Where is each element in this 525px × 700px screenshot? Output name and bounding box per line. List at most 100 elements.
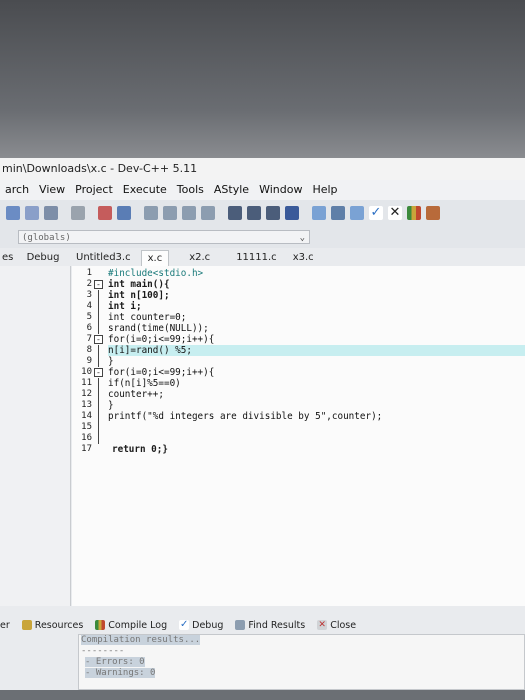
close-panel-button[interactable]: ✕ Close [317,620,356,631]
indent-icon[interactable] [182,206,196,220]
line-number: 7 [86,334,92,344]
code-line: for(i=0;i<=99;i++){ [108,334,215,345]
line-number: 17 [81,444,92,454]
code-line: srand(time(NULL)); [108,323,209,334]
code-line: int main(){ [108,279,170,290]
line-number: 11 [81,378,92,388]
line-number: 5 [86,312,92,322]
code-line: #include<stdio.h> [108,268,204,279]
code-line: counter++; [108,389,164,400]
line-number: 13 [81,400,92,410]
tab-debug-output[interactable]: ✓ Debug [179,620,223,631]
find-icon[interactable] [144,206,158,220]
code-editor[interactable]: 1 2 3 4 5 6 7 8 9 10 11 12 13 14 15 16 1… [72,266,525,606]
chart-icon [95,620,106,630]
menu-execute[interactable]: Execute [123,180,167,200]
code-line-highlighted: n[i]=rand() %5; [108,345,525,356]
menu-project[interactable]: Project [75,180,113,200]
toolbar: ✓ ✕ [0,200,525,226]
tab-x2-c[interactable]: x2.c [183,250,216,266]
code-line: return 0;} [112,444,168,455]
menu-search[interactable]: arch [5,180,29,200]
monitor-bezel [0,0,525,158]
code-line: } [108,356,114,367]
code-line: for(i=0;i<=99;i++){ [108,367,215,378]
compile-log-line: Compilation results... [81,635,201,645]
line-number: 3 [86,290,92,300]
left-panel [0,266,71,606]
tab-compiler[interactable]: er [0,620,10,631]
bottom-panel-tabs: er Resources Compile Log ✓ Debug Find Res… [0,616,525,634]
tab-classes[interactable]: es [2,252,13,263]
line-number: 15 [81,422,92,432]
code-line: int counter=0; [108,312,187,323]
editor-tabs: Untitled3.c x.c x2.c 11111.c x3.c [70,250,324,266]
resources-icon [21,620,32,630]
replace-icon[interactable] [163,206,177,220]
open-icon[interactable] [25,206,39,220]
tab-x3-c[interactable]: x3.c [287,250,320,266]
line-number: 12 [81,389,92,399]
monitor-bezel-bottom [0,690,525,700]
close-icon[interactable]: ✕ [388,206,402,220]
check-icon: ✓ [179,619,190,630]
fold-toggle[interactable]: - [94,368,103,377]
tab-untitled3[interactable]: Untitled3.c [70,250,137,266]
compile-run-icon[interactable] [266,206,280,220]
tab-compile-log[interactable]: Compile Log [95,620,167,631]
code-line: int n[100]; [108,290,170,301]
line-number: 14 [81,411,92,421]
compile-log-output: Compilation results... -------- - Errors… [78,634,525,690]
line-number: 9 [86,356,92,366]
menu-astyle[interactable]: AStyle [214,180,249,200]
close-icon: ✕ [317,620,328,630]
class-browser-bar: (globals) ⌄ [0,226,525,248]
window-icon[interactable] [331,206,345,220]
globals-dropdown[interactable]: (globals) ⌄ [18,230,310,244]
chart-icon[interactable] [407,206,421,220]
code-line: } [108,400,114,411]
menu-view[interactable]: View [39,180,65,200]
profile-icon[interactable] [426,206,440,220]
menu-tools[interactable]: Tools [177,180,204,200]
line-number: 2 [86,279,92,289]
line-number: 8 [86,345,92,355]
compile-log-line: -------- [81,646,125,656]
undo-icon[interactable] [98,206,112,220]
tab-debug[interactable]: Debug [27,252,60,263]
compile-log-line: - Warnings: 0 [85,668,156,678]
tab-resources[interactable]: Resources [21,620,83,631]
new-file-icon[interactable] [6,206,20,220]
rebuild-icon[interactable] [285,206,299,220]
menu-help[interactable]: Help [312,180,337,200]
tab-x-c[interactable]: x.c [140,250,170,266]
code-line: int i; [108,301,142,312]
redo-icon[interactable] [117,206,131,220]
grid-icon[interactable] [350,206,364,220]
code-line: if(n[i]%5==0) [108,378,181,389]
fold-toggle[interactable]: - [94,335,103,344]
line-number: 16 [81,433,92,443]
line-number: 4 [86,301,92,311]
compile-log-line: - Errors: 0 [85,657,145,667]
devcpp-window: min\Downloads\x.c - Dev-C++ 5.11 arch Vi… [0,158,525,690]
line-number-gutter: 1 2 3 4 5 6 7 8 9 10 11 12 13 14 15 16 1… [72,268,92,455]
line-number: 10 [81,367,92,377]
find-icon [235,620,246,630]
code-lines: #include<stdio.h> int main(){ int n[100]… [108,268,525,455]
tab-find-results[interactable]: Find Results [235,620,305,631]
tab-11111-c[interactable]: 11111.c [230,250,283,266]
check-icon[interactable]: ✓ [369,206,383,220]
title-bar: min\Downloads\x.c - Dev-C++ 5.11 [0,158,525,180]
code-line: printf("%d integers are divisible by 5",… [108,411,383,422]
menu-window[interactable]: Window [259,180,302,200]
compile-icon[interactable] [228,206,242,220]
save-icon[interactable] [44,206,58,220]
unindent-icon[interactable] [201,206,215,220]
run-icon[interactable] [247,206,261,220]
fold-toggle[interactable]: - [94,280,103,289]
layout-icon[interactable] [312,206,326,220]
print-icon[interactable] [71,206,85,220]
